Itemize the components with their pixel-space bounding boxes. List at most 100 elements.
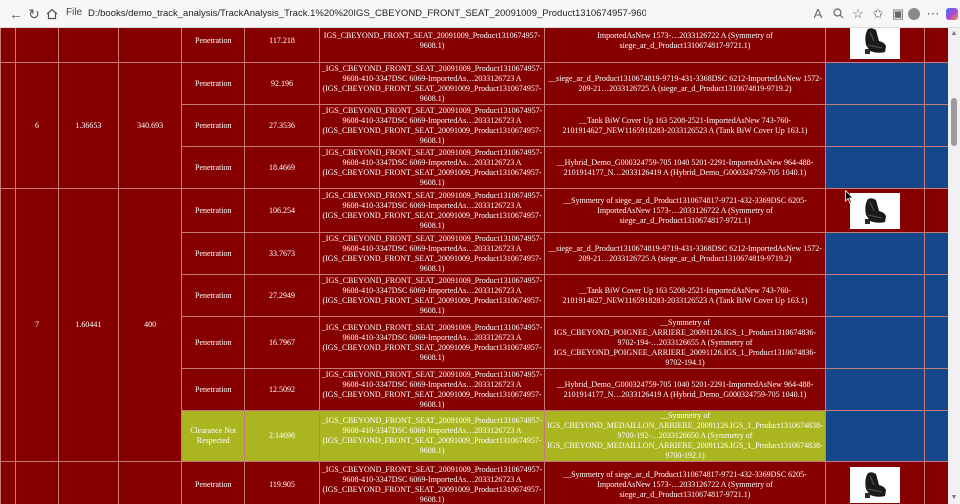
- favorites-icon[interactable]: ✩: [869, 4, 887, 24]
- seat-icon: [865, 471, 887, 498]
- preview-cell: [824, 28, 926, 63]
- group-value: [57, 28, 120, 63]
- interference-depth: 12.5092: [244, 368, 320, 411]
- interference-depth: 2.14698: [244, 410, 320, 462]
- interference-depth: 27.3536: [244, 104, 320, 147]
- group-distance: [118, 28, 183, 63]
- interference-depth: 92.196: [244, 62, 320, 105]
- read-aloud-icon[interactable]: A: [809, 4, 827, 24]
- interference-type: Penetration: [181, 274, 246, 317]
- target-name: __siege_ar_d_Product1310674819-9719-431-…: [544, 232, 826, 275]
- result-row: 7 1.60441 400 Penetration 106.254 _IGS_CBEYON…: [0, 188, 948, 462]
- interference-type: Clearance Not Respected: [181, 410, 246, 462]
- product-name: _IGS_CBEYOND_FRONT_SEAT_20091009_Product…: [318, 62, 546, 105]
- product-name: _IGS_CBEYOND_FRONT_SEAT_20091009_Product…: [318, 274, 546, 317]
- file-scheme-label: File: [66, 7, 83, 18]
- zoom-icon[interactable]: [829, 4, 847, 24]
- interference-type: Penetration: [181, 62, 246, 105]
- group-index: [15, 461, 59, 504]
- target-name: __siege_ar_d_Product1310674819-9719-431-…: [544, 62, 826, 105]
- interference-type: Penetration: [181, 28, 246, 63]
- browser-toolbar: ← ↻ File D:/books/demo_track_analysis/Tr…: [0, 0, 960, 28]
- group-index: [15, 28, 59, 63]
- product-name: _IGS_CBEYOND_FRONT_SEAT_20091009_Product…: [318, 410, 546, 462]
- seat-thumbnail[interactable]: [850, 192, 901, 229]
- product-name: _IGS_CBEYOND_FRONT_SEAT_20091009_Product…: [318, 188, 546, 233]
- empty-cell: [824, 410, 926, 462]
- empty-cell: [824, 316, 926, 369]
- right-edge-cell: [924, 232, 948, 275]
- right-edge-cell: [924, 28, 948, 63]
- interference-depth: 27.2949: [244, 274, 320, 317]
- interference-depth: 16.7967: [244, 316, 320, 369]
- product-name: _IGS_CBEYOND_FRONT_SEAT_20091009_Product…: [318, 104, 546, 147]
- product-name: _IGS_CBEYOND_FRONT_SEAT_20091009_Product…: [318, 368, 546, 411]
- interference-depth: 119.905: [244, 461, 320, 504]
- right-edge-cell: [924, 274, 948, 317]
- right-edge-cell: [924, 104, 948, 147]
- empty-cell: [824, 146, 926, 189]
- mouse-cursor-icon: [845, 190, 854, 204]
- seat-thumbnail[interactable]: [850, 466, 901, 503]
- page-content: Penetration 117.218 IGS_CBEYOND_FRONT_SEAT…: [0, 28, 948, 504]
- target-name: __Symmetry of IGS_CBEYOND_MEDAILLON_ARRI…: [544, 410, 826, 462]
- interference-depth: 33.7673: [244, 232, 320, 275]
- interference-type: Penetration: [181, 188, 246, 233]
- copilot-icon[interactable]: [946, 8, 958, 20]
- scroll-up-icon[interactable]: ▲: [948, 28, 960, 40]
- profile-avatar[interactable]: [908, 8, 920, 20]
- right-edge-cell: [924, 316, 948, 369]
- target-name: __Symmetry of siege_ar_d_Product13106748…: [544, 188, 826, 233]
- group-value: 1.36653: [57, 62, 120, 189]
- result-row: 6 1.36653 340.693 Penetration 92.196 _IGS_CBE…: [0, 62, 948, 189]
- interference-type: Penetration: [181, 461, 246, 504]
- favorite-star-icon[interactable]: ☆: [849, 4, 867, 24]
- interference-depth: 18.4669: [244, 146, 320, 189]
- home-icon[interactable]: [42, 4, 62, 24]
- seat-icon: [865, 28, 887, 54]
- group-index: 6: [15, 62, 59, 189]
- refresh-icon[interactable]: ↻: [24, 4, 44, 24]
- preview-cell: [824, 188, 926, 233]
- left-edge-cell: [0, 188, 17, 462]
- result-row: Penetration 119.905 _IGS_CBEYOND_FRONT_SEA…: [0, 461, 948, 504]
- right-edge-cell: [924, 410, 948, 462]
- scrollbar-thumb[interactable]: [951, 98, 957, 146]
- target-name: __Tank BiW Cover Up 163 5208-2521-Import…: [544, 274, 826, 317]
- empty-cell: [824, 104, 926, 147]
- back-arrow-icon[interactable]: ←: [6, 4, 26, 24]
- group-distance: 340.693: [118, 62, 183, 189]
- left-edge-cell: [0, 28, 17, 63]
- address-bar[interactable]: D:/books/demo_track_analysis/TrackAnalys…: [86, 4, 646, 24]
- product-name: _IGS_CBEYOND_FRONT_SEAT_20091009_Product…: [318, 232, 546, 275]
- scroll-down-icon[interactable]: ▼: [948, 492, 960, 504]
- right-edge-cell: [924, 188, 948, 233]
- target-name: __Symmetry of siege_ar_d_Product13106748…: [544, 461, 826, 504]
- empty-cell: [824, 62, 926, 105]
- left-edge-cell: [0, 461, 17, 504]
- vertical-scrollbar[interactable]: ▲ ▼: [948, 28, 960, 504]
- group-value: 1.60441: [57, 188, 120, 462]
- preview-cell: [824, 461, 926, 504]
- product-name: _IGS_CBEYOND_FRONT_SEAT_20091009_Product…: [318, 461, 546, 504]
- target-name: __Symmetry of IGS_CBEYOND_POIGNEE_ARRIER…: [544, 316, 826, 369]
- empty-cell: [824, 232, 926, 275]
- group-distance: [118, 461, 183, 504]
- more-menu-icon[interactable]: ⋯: [924, 4, 942, 24]
- right-edge-cell: [924, 368, 948, 411]
- interference-type: Penetration: [181, 146, 246, 189]
- empty-cell: [824, 368, 926, 411]
- group-index: 7: [15, 188, 59, 462]
- right-edge-cell: [924, 461, 948, 504]
- seat-icon: [865, 197, 887, 224]
- product-name: _IGS_CBEYOND_FRONT_SEAT_20091009_Product…: [318, 146, 546, 189]
- group-value: [57, 461, 120, 504]
- collections-icon[interactable]: ▣: [889, 4, 907, 24]
- interference-type: Penetration: [181, 232, 246, 275]
- product-name: _IGS_CBEYOND_FRONT_SEAT_20091009_Product…: [318, 316, 546, 369]
- target-name: __Hybrid_Demo_G000324759-705 1040 5201-2…: [544, 146, 826, 189]
- product-name: IGS_CBEYOND_FRONT_SEAT_20091009_Product1…: [318, 28, 546, 63]
- seat-thumbnail[interactable]: [850, 28, 901, 59]
- result-row: Penetration 117.218 IGS_CBEYOND_FRONT_SEAT…: [0, 28, 948, 63]
- interference-depth: 106.254: [244, 188, 320, 233]
